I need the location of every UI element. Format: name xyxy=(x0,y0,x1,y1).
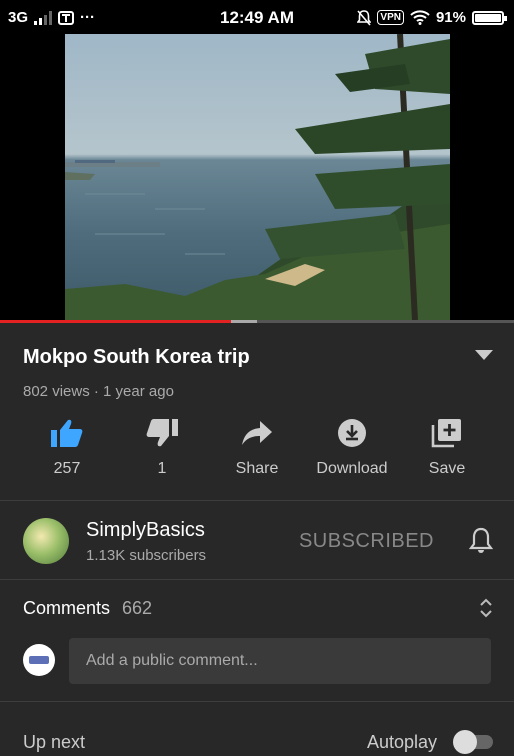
channel-subscribers: 1.13K subscribers xyxy=(86,547,207,564)
download-icon xyxy=(338,419,366,447)
video-title-row: Mokpo South Korea trip xyxy=(23,346,493,369)
expand-description-icon[interactable] xyxy=(475,350,493,360)
dislike-count: 1 xyxy=(157,460,167,477)
like-button[interactable]: 257 xyxy=(20,418,114,478)
user-avatar xyxy=(23,644,55,676)
divider xyxy=(0,579,514,580)
status-bar: 3G ··· 12:49 AM VPN 91% xyxy=(0,0,514,34)
wifi-icon xyxy=(410,10,430,25)
video-title: Mokpo South Korea trip xyxy=(23,346,250,368)
comments-count: 662 xyxy=(122,598,153,618)
battery-percent: 91% xyxy=(435,9,466,26)
video-player[interactable] xyxy=(0,34,514,320)
share-icon xyxy=(242,421,272,445)
battery-icon xyxy=(472,10,507,25)
video-frame xyxy=(65,34,450,320)
save-button[interactable]: Save xyxy=(400,418,494,478)
action-bar: 257 1 Share Download Save xyxy=(20,418,494,478)
up-next-label: Up next xyxy=(23,732,86,752)
progress-played xyxy=(0,320,232,323)
video-progress-bar[interactable] xyxy=(0,320,514,323)
notification-bell-icon[interactable] xyxy=(469,526,493,554)
divider xyxy=(0,701,514,702)
expand-comments-icon[interactable] xyxy=(479,597,493,619)
comment-input[interactable]: Add a public comment... xyxy=(69,638,491,684)
download-label: Download xyxy=(316,460,388,477)
download-button[interactable]: Download xyxy=(305,418,399,478)
share-button[interactable]: Share xyxy=(210,418,304,478)
save-label: Save xyxy=(428,460,466,477)
progress-buffered xyxy=(231,320,257,323)
channel-avatar[interactable] xyxy=(23,518,69,564)
dislike-button[interactable]: 1 xyxy=(115,418,209,478)
channel-row[interactable]: SimplyBasics 1.13K subscribers SUBSCRIBE… xyxy=(23,516,493,564)
share-label: Share xyxy=(235,460,279,477)
comment-entry-row: Add a public comment... xyxy=(23,638,493,684)
video-meta: 802 views · 1 year ago xyxy=(23,383,174,400)
notifications-off-icon xyxy=(357,9,372,26)
save-playlist-icon xyxy=(431,419,461,448)
autoplay-toggle[interactable] xyxy=(453,728,493,756)
thumbs-up-icon xyxy=(51,419,83,447)
channel-name[interactable]: SimplyBasics xyxy=(86,519,205,542)
subscribe-button[interactable]: SUBSCRIBED xyxy=(299,530,434,553)
toggle-knob xyxy=(453,730,477,754)
video-scene xyxy=(65,34,450,320)
comments-header[interactable]: Comments 662 xyxy=(23,598,493,619)
status-right: VPN 91% xyxy=(357,9,507,26)
divider xyxy=(0,500,514,501)
comments-label: Comments xyxy=(23,598,111,618)
like-count: 257 xyxy=(53,460,81,477)
vpn-icon: VPN xyxy=(377,10,404,25)
thumbs-down-icon xyxy=(146,419,178,447)
